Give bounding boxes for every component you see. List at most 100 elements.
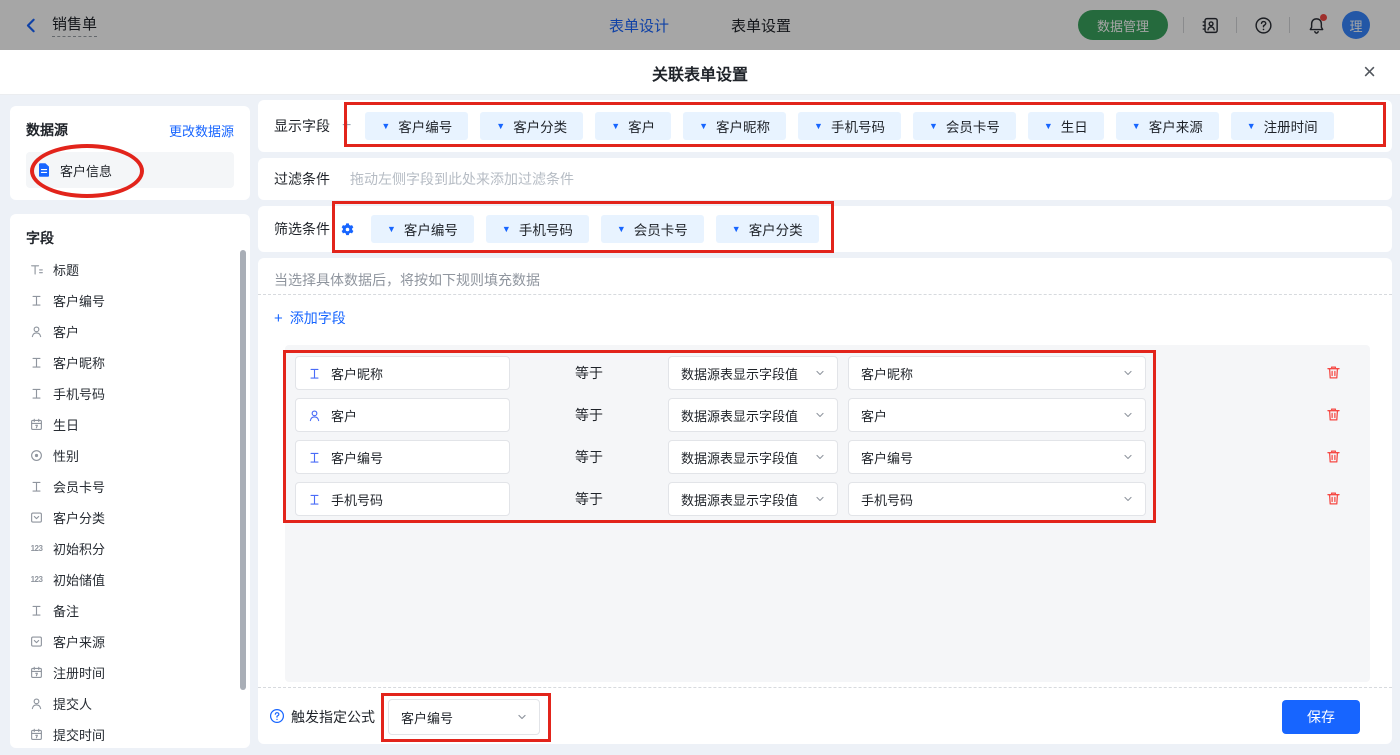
rule-operator: 等于: [575, 440, 603, 474]
caret-down-icon: ▼: [929, 122, 938, 131]
sidebar-field-item[interactable]: 会员卡号: [10, 471, 250, 502]
delete-rule-icon[interactable]: [1325, 448, 1343, 466]
screen-condition-chip[interactable]: ▼手机号码: [486, 215, 589, 243]
sidebar-field-item[interactable]: 备注: [10, 595, 250, 626]
rule-source-select[interactable]: 数据源表显示字段值: [668, 398, 838, 432]
sidebar-field-item[interactable]: 标题: [10, 254, 250, 285]
fields-scrollbar[interactable]: [240, 250, 246, 690]
chip-label: 客户: [628, 116, 655, 136]
tab-form-settings[interactable]: 表单设置: [731, 15, 791, 36]
sidebar-field-item[interactable]: 123初始储值: [10, 564, 250, 595]
field-label: 客户编号: [53, 291, 105, 310]
rule-target-field[interactable]: 客户编号: [295, 440, 510, 474]
rule-value-select[interactable]: 手机号码: [848, 482, 1146, 516]
display-field-chip[interactable]: ▼手机号码: [798, 112, 901, 140]
sidebar-field-item[interactable]: 注册时间: [10, 657, 250, 688]
sidebar-field-item[interactable]: 性别: [10, 440, 250, 471]
gear-icon[interactable]: [340, 222, 355, 237]
screen-condition-chip[interactable]: ▼客户分类: [716, 215, 819, 243]
delete-rule-icon[interactable]: [1325, 490, 1343, 508]
field-label: 客户昵称: [53, 353, 105, 372]
caret-down-icon: ▼: [611, 122, 620, 131]
sidebar-field-item[interactable]: 提交时间: [10, 719, 250, 748]
rule-source-select[interactable]: 数据源表显示字段值: [668, 356, 838, 390]
rule-row: 客户等于数据源表显示字段值客户: [285, 398, 1370, 432]
caret-down-icon: ▼: [732, 225, 741, 234]
display-field-chip[interactable]: ▼客户编号: [365, 112, 468, 140]
sidebar-field-item[interactable]: 客户编号: [10, 285, 250, 316]
data-manage-button[interactable]: 数据管理: [1078, 10, 1168, 40]
display-field-chip[interactable]: ▼ 生日: [1028, 112, 1104, 140]
chip-label: 客户分类: [513, 116, 567, 136]
sidebar-field-item[interactable]: 客户昵称: [10, 347, 250, 378]
chevron-down-icon: [813, 450, 827, 464]
user-avatar[interactable]: 理: [1342, 11, 1370, 39]
user-icon: [29, 696, 44, 711]
caret-down-icon: ▼: [1247, 122, 1256, 131]
rules-panel: 客户昵称等于数据源表显示字段值客户昵称客户等于数据源表显示字段值客户客户编号等于…: [285, 345, 1370, 682]
chip-label: 生日: [1061, 116, 1088, 136]
caret-down-icon: ▼: [1044, 122, 1053, 131]
delete-rule-icon[interactable]: [1325, 364, 1343, 382]
chip-label: 注册时间: [1264, 116, 1318, 136]
rule-value: 客户: [861, 406, 887, 425]
filter-dropzone-placeholder[interactable]: 拖动左侧字段到此处来添加过滤条件: [350, 169, 574, 189]
screen-condition-chip[interactable]: ▼会员卡号: [601, 215, 704, 243]
display-field-chip[interactable]: ▼ 客户: [595, 112, 671, 140]
rule-source-select[interactable]: 数据源表显示字段值: [668, 482, 838, 516]
trigger-formula-select[interactable]: 客户编号: [388, 699, 540, 735]
rule-target-field[interactable]: 手机号码: [295, 482, 510, 516]
plus-icon: +: [274, 310, 283, 327]
notification-bell-icon[interactable]: [1305, 14, 1327, 36]
display-field-chip[interactable]: ▼客户来源: [1116, 112, 1219, 140]
datasource-item[interactable]: 客户信息: [26, 152, 234, 188]
fill-rules-hint: 当选择具体数据后，将按如下规则填充数据: [274, 270, 540, 290]
help-icon[interactable]: [1252, 14, 1274, 36]
rule-value-select[interactable]: 客户编号: [848, 440, 1146, 474]
field-label: 标题: [53, 260, 79, 279]
close-icon[interactable]: ×: [1363, 59, 1376, 85]
change-datasource-link[interactable]: 更改数据源: [169, 121, 234, 140]
formula-help-icon[interactable]: [269, 708, 285, 724]
sidebar-field-item[interactable]: 生日: [10, 409, 250, 440]
sidebar-field-item[interactable]: 提交人: [10, 688, 250, 719]
sidebar-field-item[interactable]: 手机号码: [10, 378, 250, 409]
field-label: 客户来源: [53, 632, 105, 651]
chevron-down-icon: [1121, 408, 1135, 422]
back-icon[interactable]: [20, 14, 42, 36]
rule-value-select[interactable]: 客户: [848, 398, 1146, 432]
sidebar-field-item[interactable]: 123初始积分: [10, 533, 250, 564]
display-field-chip[interactable]: ▼客户分类: [480, 112, 583, 140]
save-button[interactable]: 保存: [1282, 700, 1360, 734]
chevron-down-icon: [813, 492, 827, 506]
address-book-icon[interactable]: [1199, 14, 1221, 36]
rule-field-label: 客户: [331, 406, 357, 425]
rule-target-field[interactable]: 客户昵称: [295, 356, 510, 390]
sidebar-field-item[interactable]: 客户来源: [10, 626, 250, 657]
sidebar-field-item[interactable]: 客户分类: [10, 502, 250, 533]
date-icon: [29, 727, 44, 742]
rule-target-field[interactable]: 客户: [295, 398, 510, 432]
form-name[interactable]: 销售单: [52, 13, 97, 37]
field-label: 提交人: [53, 694, 92, 713]
caret-down-icon: ▼: [1132, 122, 1141, 131]
caret-down-icon: ▼: [814, 122, 823, 131]
date-icon: [29, 665, 44, 680]
select-icon: [29, 634, 44, 649]
radio-icon: [29, 448, 44, 463]
caret-down-icon: ▼: [387, 225, 396, 234]
delete-rule-icon[interactable]: [1325, 406, 1343, 424]
rule-source-select[interactable]: 数据源表显示字段值: [668, 440, 838, 474]
screen-condition-chips: ▼客户编号 ▼手机号码 ▼会员卡号 ▼客户分类: [371, 215, 819, 243]
display-field-chip[interactable]: ▼会员卡号: [913, 112, 1016, 140]
add-display-field-icon[interactable]: +: [342, 117, 351, 135]
rule-value: 客户昵称: [861, 364, 913, 383]
add-field-link[interactable]: + 添加字段: [274, 308, 346, 328]
sidebar-field-item[interactable]: 客户: [10, 316, 250, 347]
screen-condition-chip[interactable]: ▼客户编号: [371, 215, 474, 243]
select-icon: [29, 510, 44, 525]
tab-form-design[interactable]: 表单设计: [609, 15, 669, 36]
rule-value-select[interactable]: 客户昵称: [848, 356, 1146, 390]
display-field-chip[interactable]: ▼客户昵称: [683, 112, 786, 140]
display-field-chip[interactable]: ▼ 注册时间: [1231, 112, 1334, 140]
